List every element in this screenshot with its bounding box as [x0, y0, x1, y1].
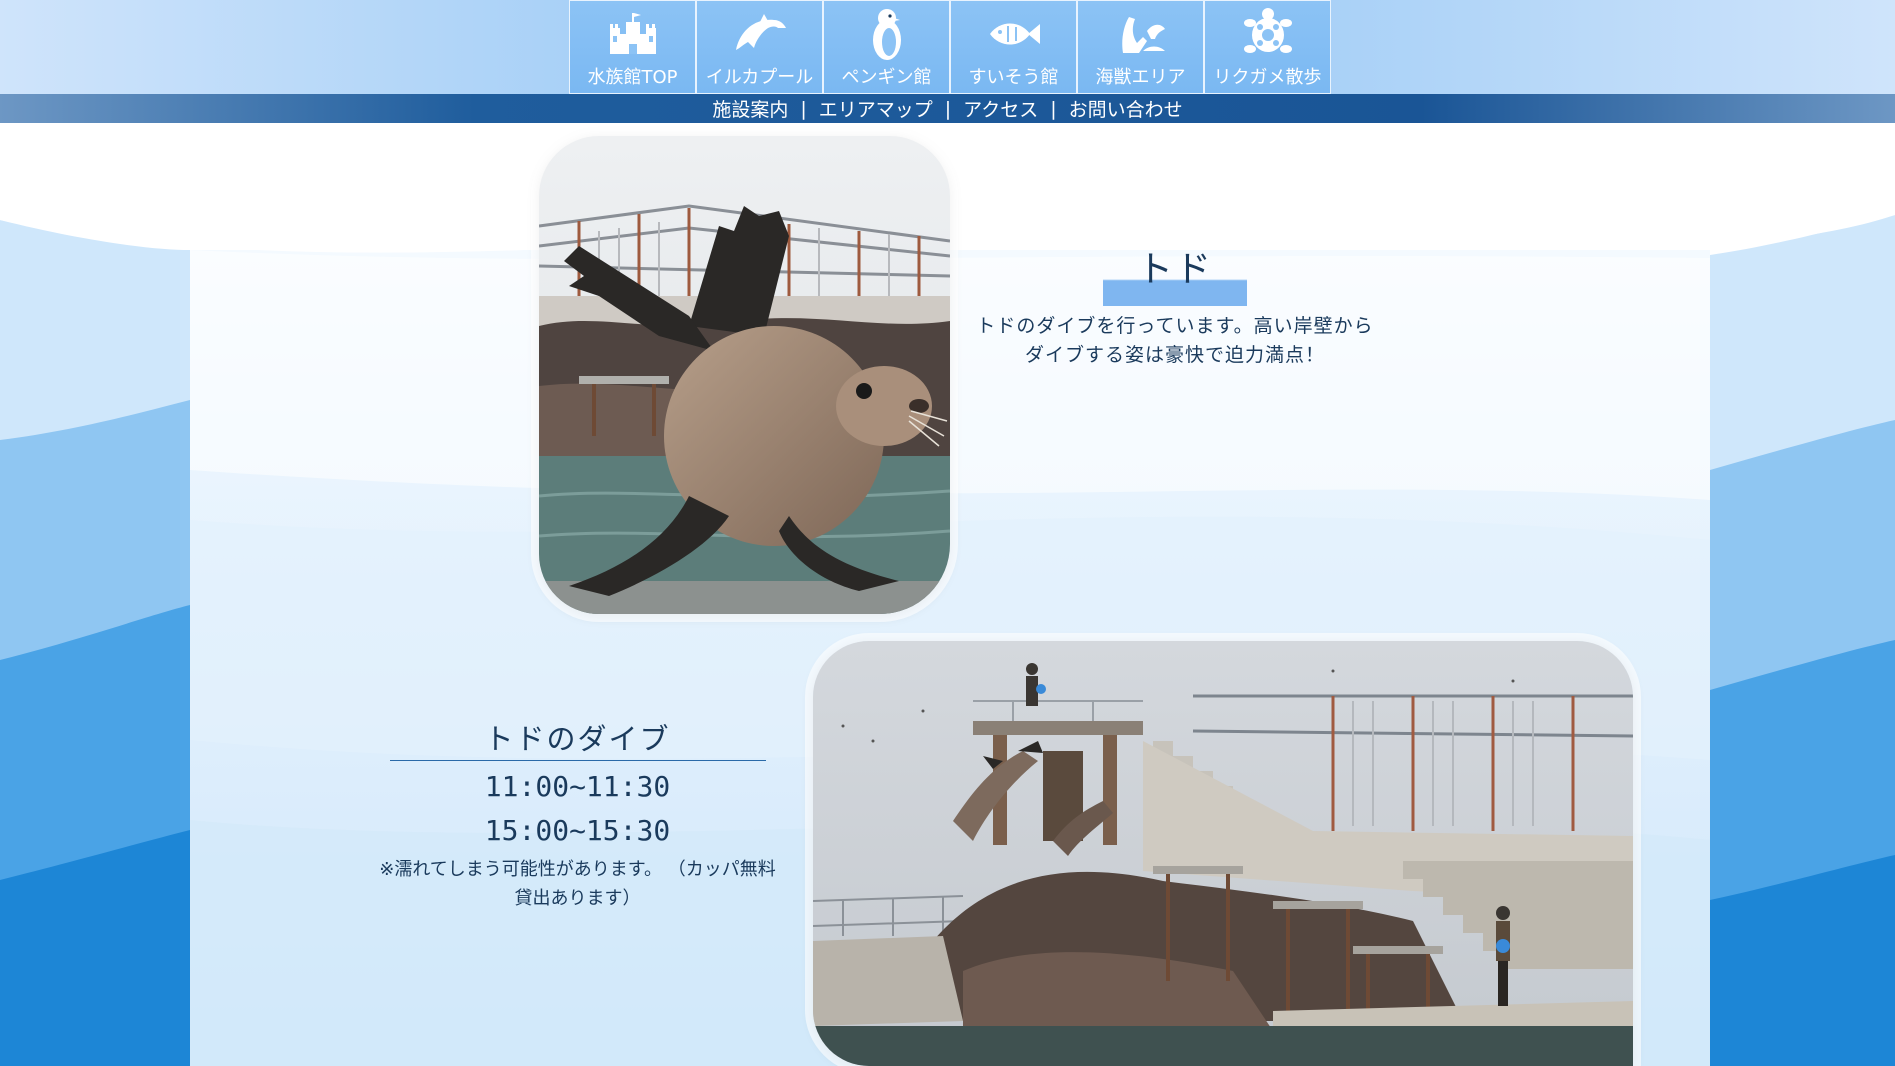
subnav-area-map[interactable]: エリアマップ — [809, 95, 943, 122]
feature-description-line: トドのダイブを行っています。高い岸壁から — [976, 315, 1374, 337]
subnav-facility-guide[interactable]: 施設案内 — [702, 95, 798, 122]
nav-item-label: 海獣エリア — [1095, 67, 1186, 88]
schedule-note-line: 貸出あります） — [514, 888, 641, 909]
nav-item-label: 水族館TOP — [587, 67, 678, 88]
fish-icon — [985, 5, 1043, 63]
feature-description-line: ダイブする姿は豪快で迫力満点！ — [1024, 344, 1325, 366]
dolphin-icon — [731, 5, 789, 63]
sea-lion-icon — [1112, 5, 1170, 63]
subnav-separator: | — [1050, 97, 1057, 120]
subnav-contact[interactable]: お問い合わせ — [1059, 95, 1193, 122]
nav-item-label: ペンギン館 — [841, 67, 932, 88]
nav-item-label: すいそう館 — [968, 67, 1059, 88]
feature-title: トド — [1103, 246, 1247, 306]
sea-lion-dive-photo — [813, 641, 1633, 1066]
schedule-time: 11:00~11:30 — [484, 770, 671, 803]
sea-lion-photo — [539, 136, 950, 614]
schedule-note-line: ※濡れてしまう可能性があります。 （カッパ無料 — [379, 859, 776, 880]
schedule-title: トドのダイブ — [389, 720, 766, 761]
feature-block: トド トドのダイブを行っています。高い岸壁から ダイブする姿は豪快で迫力満点！ — [960, 246, 1390, 370]
castle-icon — [604, 5, 662, 63]
feature-description: トドのダイブを行っています。高い岸壁から ダイブする姿は豪快で迫力満点！ — [960, 312, 1390, 370]
show-schedule: トドのダイブ 11:00~11:30 15:00~15:30 ※濡れてしまう可能… — [350, 720, 805, 913]
nav-item-label: イルカプール — [705, 67, 814, 88]
sub-nav-bar: 施設案内 | エリアマップ | アクセス | お問い合わせ — [0, 94, 1895, 123]
nav-item-penguin-house[interactable]: ペンギン館 — [823, 0, 950, 94]
subnav-access[interactable]: アクセス — [953, 95, 1048, 122]
schedule-note: ※濡れてしまう可能性があります。 （カッパ無料 貸出あります） — [350, 855, 805, 913]
main-nav: 水族館TOP イルカプール ペンギン館 すいそう館 海獣エリア リクガメ散歩 — [569, 0, 1331, 94]
subnav-separator: | — [944, 97, 952, 120]
subnav-separator: | — [800, 97, 807, 120]
penguin-icon — [858, 5, 916, 63]
nav-item-tank-house[interactable]: すいそう館 — [950, 0, 1077, 94]
nav-item-sea-mammal-area[interactable]: 海獣エリア — [1077, 0, 1204, 94]
sub-nav: 施設案内 | エリアマップ | アクセス | お問い合わせ — [702, 95, 1192, 122]
nav-item-label: リクガメ散歩 — [1213, 67, 1322, 88]
nav-item-dolphin-pool[interactable]: イルカプール — [696, 0, 823, 94]
nav-item-aquarium-top[interactable]: 水族館TOP — [569, 0, 696, 94]
schedule-time: 15:00~15:30 — [484, 814, 671, 847]
turtle-icon — [1239, 5, 1297, 63]
nav-item-tortoise-walk[interactable]: リクガメ散歩 — [1204, 0, 1331, 94]
